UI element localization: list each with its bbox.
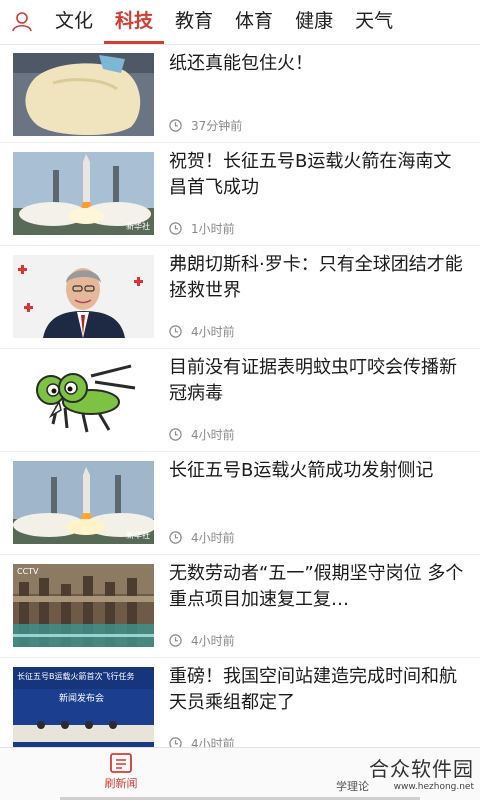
news-item[interactable]: 目前没有证据表明蚊虫叮咬会传播新冠病毒 4小时前: [0, 349, 480, 452]
news-thumbnail: [13, 53, 154, 136]
thumbnail-caption: 新华社: [126, 222, 150, 231]
tab-technology[interactable]: 科技: [104, 0, 165, 44]
news-meta: 4小时前: [169, 632, 235, 649]
clock-icon: [169, 428, 182, 441]
tab-health[interactable]: 健康: [284, 0, 344, 44]
user-icon[interactable]: [0, 0, 44, 44]
news-time: 37分钟前: [191, 119, 243, 133]
clock-icon: [169, 634, 182, 647]
news-meta: 4小时前: [169, 323, 235, 340]
news-title[interactable]: 长征五号B运载火箭成功发射侧记: [169, 458, 467, 484]
news-item[interactable]: 纸还真能包住火！ 37分钟前: [0, 45, 480, 143]
clock-icon: [169, 531, 182, 544]
nav-refresh-news[interactable]: 刷新闻: [93, 752, 149, 791]
news-thumbnail: 新华社: [13, 461, 154, 544]
tab-weather[interactable]: 天气: [344, 0, 404, 44]
news-item[interactable]: CCTV 无数劳动者“五一”假期坚守岗位 多个重点项目加速复工复… 4小时前: [0, 555, 480, 658]
top-tab-bar: 文化 科技 教育 体育 健康 天气: [0, 0, 480, 45]
news-meta: 37分钟前: [169, 117, 242, 134]
news-title[interactable]: 弗朗切斯科·罗卡：只有全球团结才能拯救世界: [169, 252, 467, 304]
news-thumbnail: CCTV: [13, 564, 154, 647]
news-feed: 纸还真能包住火！ 37分钟前 新华社 祝贺！长征五号B运载火箭在海南文昌首飞成功: [0, 45, 480, 761]
clock-icon: [169, 325, 182, 338]
news-time: 4小时前: [191, 531, 235, 545]
nav-study-theory[interactable]: 学理论: [336, 778, 369, 794]
watermark-text: 合众软件园: [369, 757, 474, 781]
news-title[interactable]: 祝贺！长征五号B运载火箭在海南文昌首飞成功: [169, 149, 467, 201]
watermark: 合众软件园 www.hezhong.net: [369, 753, 474, 792]
tab-education[interactable]: 教育: [164, 0, 224, 44]
news-time: 1小时前: [191, 222, 235, 236]
news-time: 4小时前: [191, 634, 235, 648]
thumbnail-banner: 长征五号B运载火箭首次飞行任务: [17, 672, 135, 681]
news-item[interactable]: 新华社 祝贺！长征五号B运载火箭在海南文昌首飞成功 1小时前: [0, 143, 480, 246]
news-time: 4小时前: [191, 428, 235, 442]
news-icon: [110, 753, 132, 773]
tab-culture[interactable]: 文化: [44, 0, 104, 44]
thumbnail-caption: CCTV: [17, 567, 39, 576]
news-item[interactable]: 新华社 长征五号B运载火箭成功发射侧记 4小时前: [0, 452, 480, 555]
news-thumbnail: [13, 358, 154, 441]
news-title[interactable]: 重磅！我国空间站建造完成时间和航天员乘组都定了: [169, 664, 467, 716]
news-meta: 4小时前: [169, 529, 235, 546]
news-thumbnail: [13, 255, 154, 338]
news-meta: 4小时前: [169, 426, 235, 443]
nav-home-label: 刷新闻: [104, 777, 138, 790]
news-time: 4小时前: [191, 325, 235, 339]
bottom-nav: 刷新闻 学理论 合众软件园 www.hezhong.net: [0, 747, 480, 800]
news-meta: 1小时前: [169, 220, 235, 237]
category-tabs: 文化 科技 教育 体育 健康 天气: [44, 0, 404, 44]
news-title[interactable]: 目前没有证据表明蚊虫叮咬会传播新冠病毒: [169, 355, 467, 407]
tab-sports[interactable]: 体育: [224, 0, 284, 44]
news-item[interactable]: 弗朗切斯科·罗卡：只有全球团结才能拯救世界 4小时前: [0, 246, 480, 349]
thumbnail-caption: 新华社: [126, 531, 150, 540]
news-item[interactable]: 长征五号B运载火箭首次飞行任务 新闻发布会 重磅！我国空间站建造完成时间和航天员…: [0, 658, 480, 761]
news-title[interactable]: 无数劳动者“五一”假期坚守岗位 多个重点项目加速复工复…: [169, 561, 467, 613]
news-thumbnail: 长征五号B运载火箭首次飞行任务 新闻发布会: [13, 667, 154, 750]
thumbnail-subtitle: 新闻发布会: [59, 694, 105, 704]
news-thumbnail: 新华社: [13, 152, 154, 235]
watermark-url: www.hezhong.net: [393, 782, 474, 792]
clock-icon: [169, 119, 182, 132]
clock-icon: [169, 222, 182, 235]
news-title[interactable]: 纸还真能包住火！: [169, 51, 467, 77]
